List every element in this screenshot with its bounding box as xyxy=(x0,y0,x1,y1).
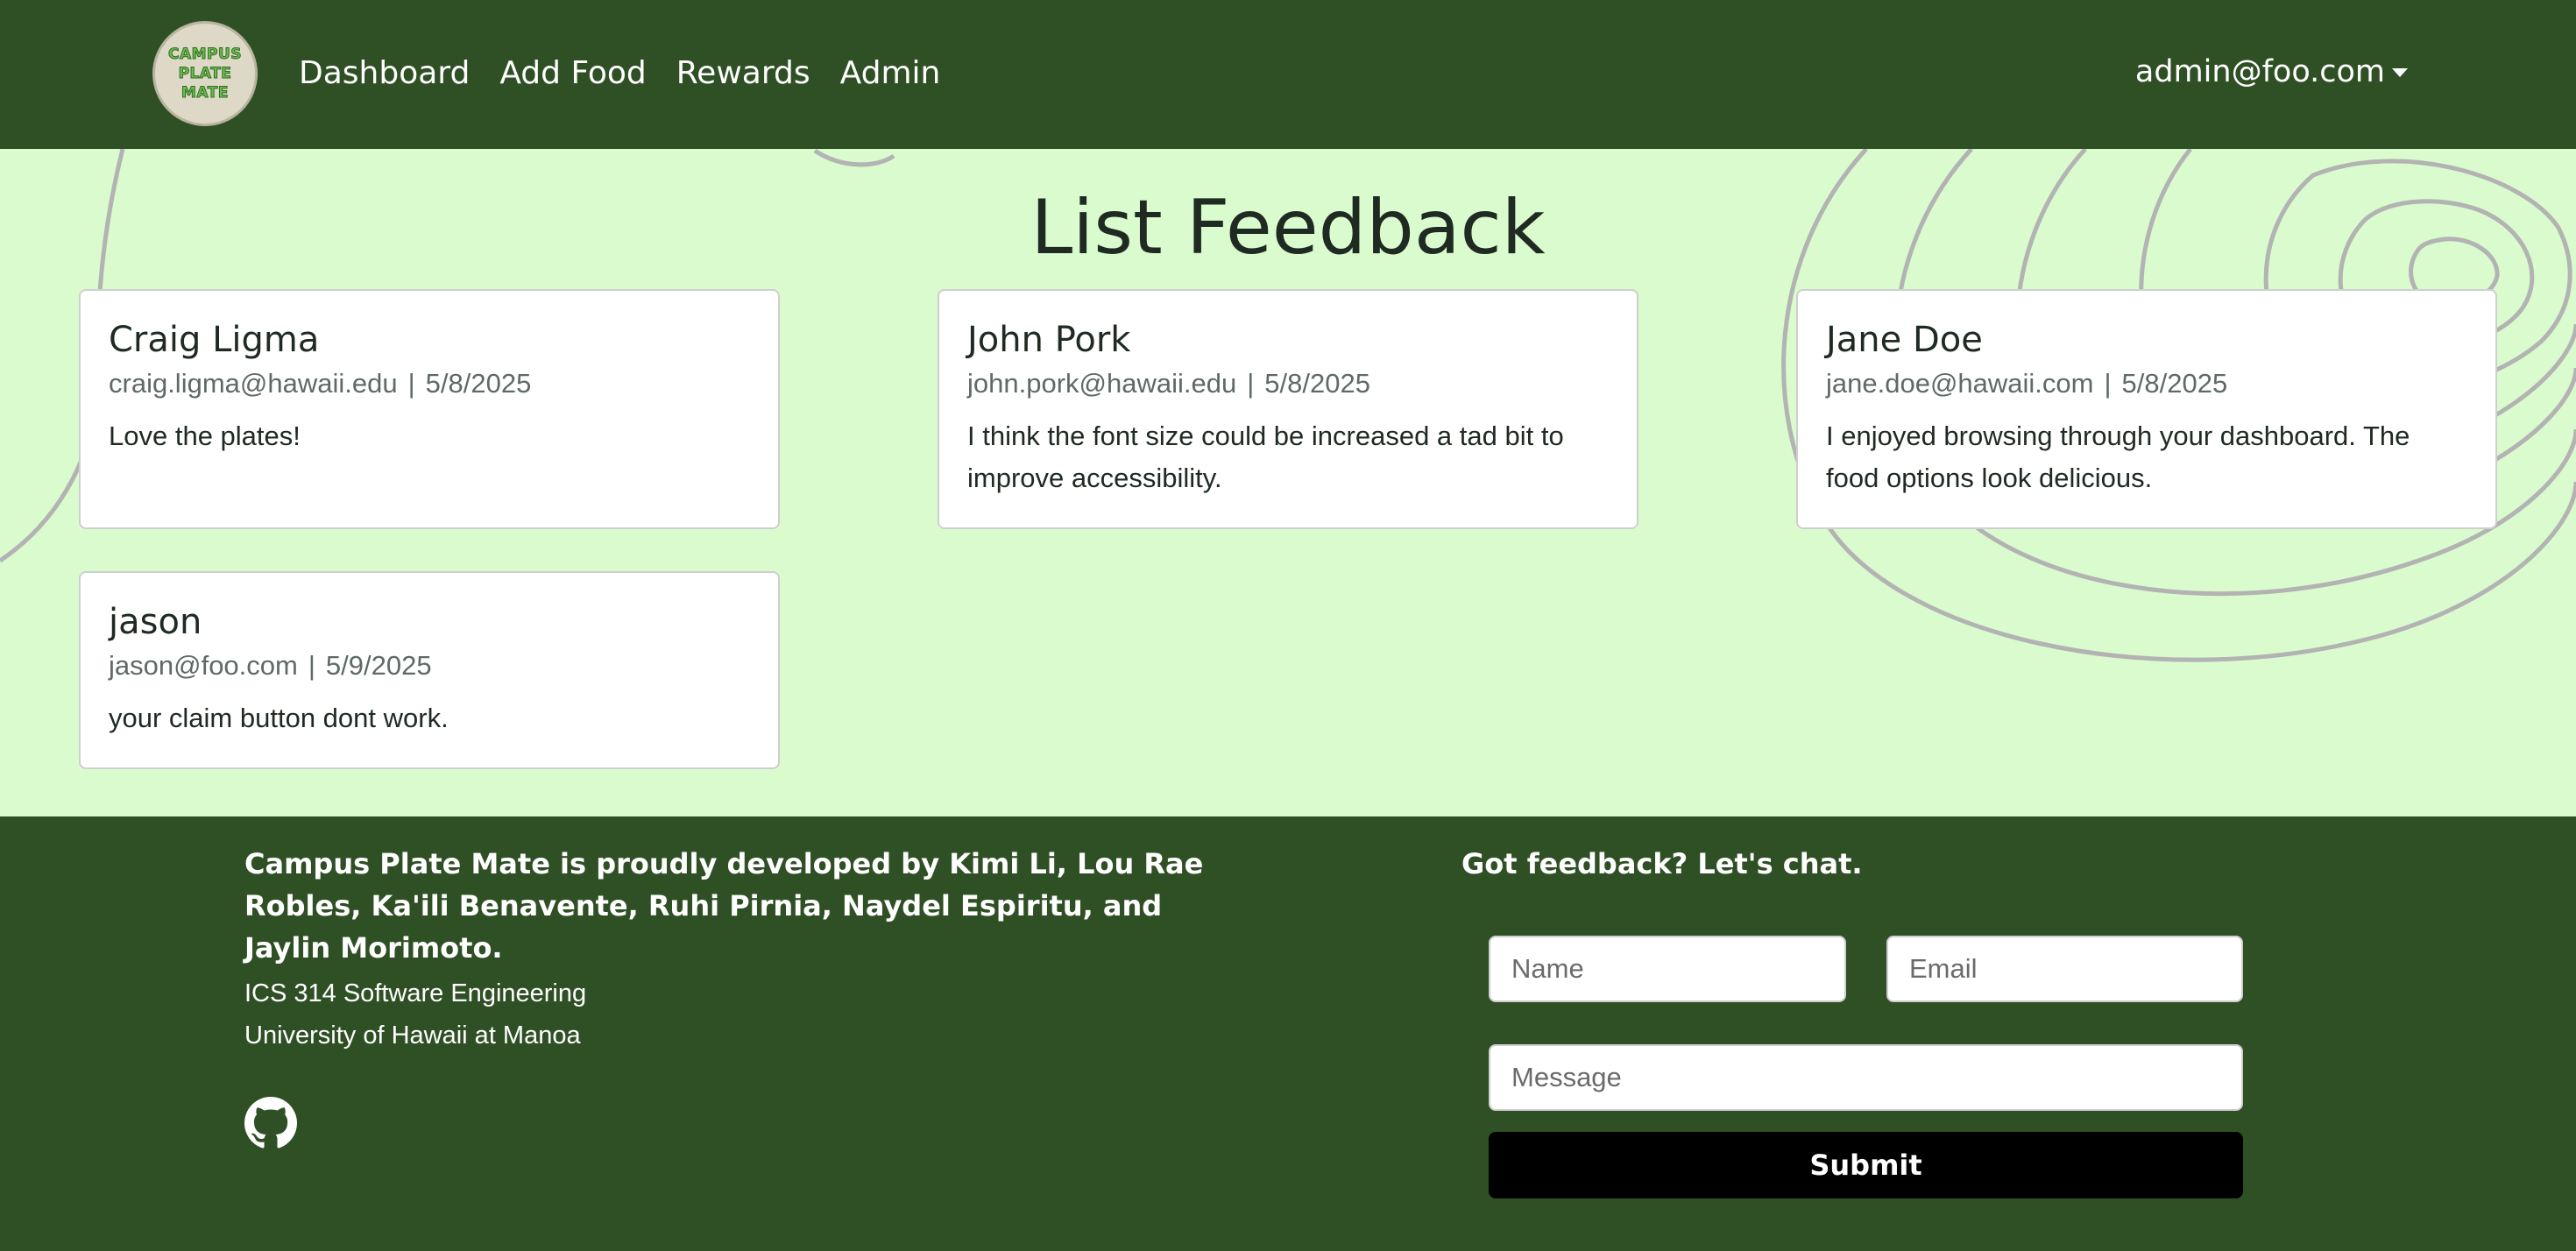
logo-line-2: PLATE xyxy=(178,65,232,83)
caret-down-icon xyxy=(2392,68,2408,77)
feedback-email: jane.doe@hawaii.com xyxy=(1826,368,2094,399)
user-email: admin@foo.com xyxy=(2134,54,2385,89)
nav-link-admin[interactable]: Admin xyxy=(840,53,941,95)
feedback-card: Craig Ligma craig.ligma@hawaii.edu | 5/8/2… xyxy=(79,289,780,529)
meta-separator: | xyxy=(2104,368,2112,399)
meta-separator: | xyxy=(1247,368,1255,399)
feedback-card: John Pork john.pork@hawaii.edu | 5/8/2025 … xyxy=(938,289,1638,529)
feedback-card: Jane Doe jane.doe@hawaii.com | 5/8/2025 I … xyxy=(1796,289,2497,529)
meta-separator: | xyxy=(308,650,315,681)
university-name: University of Hawaii at Manoa xyxy=(244,1021,581,1050)
feedback-message: Love the plates! xyxy=(109,421,301,451)
user-menu-dropdown[interactable]: admin@foo.com xyxy=(2135,51,2408,93)
feedback-message: your claim button dont work. xyxy=(109,703,449,733)
feedback-email: craig.ligma@hawaii.edu xyxy=(109,368,398,399)
page-title: List Feedback xyxy=(1030,184,1546,272)
meta-separator: | xyxy=(407,368,415,399)
email-input[interactable] xyxy=(1886,936,2243,1002)
github-icon[interactable] xyxy=(244,1097,297,1149)
feedback-date: 5/9/2025 xyxy=(325,650,432,681)
nav-links: Dashboard Add Food Rewards Admin xyxy=(299,53,940,95)
feedback-card: jason jason@foo.com | 5/9/2025 your claim … xyxy=(79,571,780,769)
feedback-date: 5/8/2025 xyxy=(425,368,532,399)
feedback-form-title: Got feedback? Let's chat. xyxy=(1461,847,1863,880)
feedback-name: Craig Ligma xyxy=(109,320,320,360)
main-content: List Feedback Craig Ligma craig.ligma@ha… xyxy=(0,149,2576,816)
submit-button[interactable]: Submit xyxy=(1489,1132,2243,1198)
feedback-message: I enjoyed browsing through your dashboar… xyxy=(1826,421,2410,493)
nav-link-dashboard[interactable]: Dashboard xyxy=(299,53,470,95)
feedback-name: jason xyxy=(109,602,202,642)
feedback-message: I think the font size could be increased… xyxy=(967,421,1564,493)
footer-credits: Campus Plate Mate is proudly developed b… xyxy=(244,847,1204,965)
course-name: ICS 314 Software Engineering xyxy=(244,979,587,1007)
feedback-name: Jane Doe xyxy=(1826,320,1983,360)
feedback-email: john.pork@hawaii.edu xyxy=(967,368,1237,399)
logo-line-1: CAMPUS xyxy=(167,46,243,64)
feedback-date: 5/8/2025 xyxy=(2121,368,2228,399)
feedback-meta: john.pork@hawaii.edu | 5/8/2025 xyxy=(967,364,1609,403)
navbar: CAMPUS PLATE MATE Dashboard Add Food Rew… xyxy=(0,0,2576,149)
feedback-date: 5/8/2025 xyxy=(1264,368,1370,399)
footer: Campus Plate Mate is proudly developed b… xyxy=(0,816,2576,1251)
feedback-name: John Pork xyxy=(967,320,1131,360)
nav-link-add-food[interactable]: Add Food xyxy=(499,53,646,95)
nav-link-rewards[interactable]: Rewards xyxy=(676,53,810,95)
campus-plate-mate-logo[interactable]: CAMPUS PLATE MATE xyxy=(152,21,258,126)
feedback-meta: jane.doe@hawaii.com | 5/8/2025 xyxy=(1826,364,2467,403)
message-input[interactable] xyxy=(1489,1044,2243,1111)
feedback-email: jason@foo.com xyxy=(109,650,298,681)
course-info: ICS 314 Software Engineering University … xyxy=(244,972,586,1057)
logo-line-3: MATE xyxy=(181,84,229,102)
name-input[interactable] xyxy=(1489,936,1846,1002)
feedback-meta: craig.ligma@hawaii.edu | 5/8/2025 xyxy=(109,364,750,403)
feedback-meta: jason@foo.com | 5/9/2025 xyxy=(109,647,750,685)
